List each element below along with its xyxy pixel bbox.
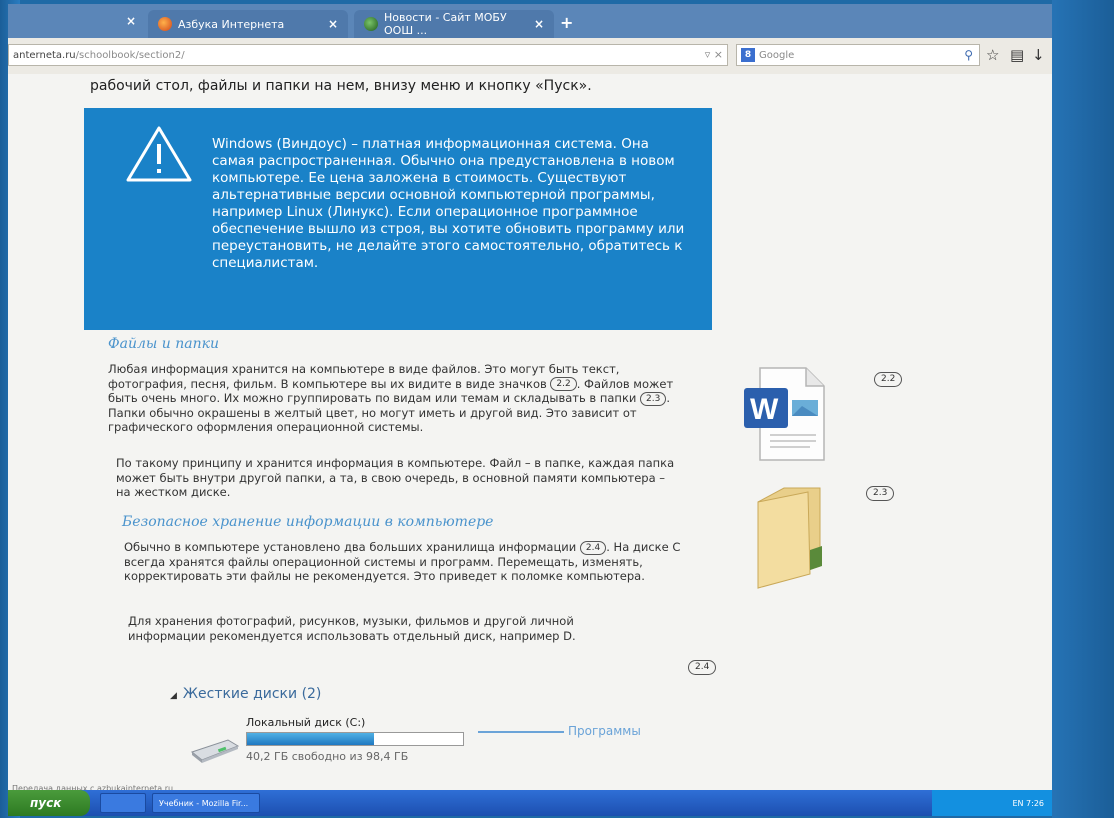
disk-name[interactable]: Локальный диск (C:) xyxy=(246,716,365,729)
tab-close-button[interactable]: × xyxy=(534,17,544,31)
browser-window: × Азбука Интернета × Новости - Сайт МОБУ… xyxy=(8,4,1052,816)
paragraph-text: Любая информация хранится на компьютере … xyxy=(108,362,620,391)
search-bar[interactable]: 8 Google ⚲ xyxy=(736,44,980,66)
folder-icon xyxy=(757,487,822,589)
taskbar-item-firefox[interactable]: Учебник - Mozilla Fir... xyxy=(152,793,260,813)
paragraph-text: Для хранения фотографий, рисунков, музык… xyxy=(128,614,576,643)
url-controls[interactable]: ▿ × xyxy=(705,48,723,61)
programs-label: Программы xyxy=(568,724,641,738)
figure-label-2-2: 2.2 xyxy=(874,372,903,387)
disk-usage-fill xyxy=(247,733,375,745)
tab-label: Новости - Сайт МОБУ ООШ ... xyxy=(384,11,507,37)
expand-triangle-icon[interactable]: ◢ xyxy=(170,691,177,701)
taskbar: пуск Учебник - Mozilla Fir... EN 7:26 xyxy=(8,790,1052,816)
globe-icon xyxy=(364,17,378,31)
new-tab-button[interactable]: + xyxy=(560,13,573,32)
hard-disks-label: Жесткие диски (2) xyxy=(182,686,322,702)
url-bar[interactable]: anterneta.ru/schoolbook/section2/ ▿ × xyxy=(8,44,728,66)
section-title-files: Файлы и папки xyxy=(108,336,219,352)
warning-callout: Windows (Виндоус) – платная информационн… xyxy=(84,108,712,330)
figure-ref[interactable]: 2.4 xyxy=(579,540,607,555)
section-title-safe-storage: Безопасное хранение информации в компьют… xyxy=(122,514,494,530)
url-path: /schoolbook/section2/ xyxy=(75,49,185,61)
start-button[interactable]: пуск xyxy=(8,790,90,816)
page-content: рабочий стол, файлы и папки на нем, вниз… xyxy=(8,74,1052,793)
paragraph-text: Обычно в компьютере установлено два боль… xyxy=(124,540,577,554)
system-tray: EN 7:26 xyxy=(932,790,1052,816)
storage-paragraph-1: Обычно в компьютере установлено два боль… xyxy=(124,540,690,584)
warning-icon xyxy=(126,126,192,182)
bookmarks-icon[interactable]: ▤ xyxy=(1010,46,1024,64)
url-domain: anterneta.ru xyxy=(13,49,76,61)
tab-label: Азбука Интернета xyxy=(178,17,285,31)
star-icon[interactable]: ☆ xyxy=(986,46,999,64)
tab-close-button[interactable]: × xyxy=(328,17,338,31)
warning-text: Windows (Виндоус) – платная информационн… xyxy=(212,136,685,271)
navigation-bar: anterneta.ru/schoolbook/section2/ ▿ × 8 … xyxy=(8,38,1052,75)
search-placeholder: Google xyxy=(759,49,795,61)
search-icon[interactable]: ⚲ xyxy=(964,48,973,62)
tab-close-button[interactable]: × xyxy=(126,14,136,28)
firefox-icon xyxy=(158,17,172,31)
tab-strip: × Азбука Интернета × Новости - Сайт МОБУ… xyxy=(8,4,1052,38)
word-document-icon: W xyxy=(744,367,825,461)
hard-disks-header[interactable]: ◢ Жесткие диски (2) xyxy=(170,686,321,702)
disk-usage-bar xyxy=(246,732,464,746)
disk-free-space: 40,2 ГБ свободно из 98,4 ГБ xyxy=(246,750,409,763)
storage-paragraph-2: Для хранения фотографий, рисунков, музык… xyxy=(128,614,628,643)
monitor-bezel-right xyxy=(1052,0,1114,818)
paragraph-text: По такому принципу и хранится информация… xyxy=(116,456,675,499)
download-icon[interactable]: ↓ xyxy=(1032,46,1045,64)
files-paragraph-1: Любая информация хранится на компьютере … xyxy=(108,362,698,435)
figure-ref[interactable]: 2.3 xyxy=(640,391,667,406)
tab-news[interactable]: Новости - Сайт МОБУ ООШ ... × xyxy=(354,10,554,38)
tab-azbuka[interactable]: Азбука Интернета × xyxy=(148,10,348,38)
files-paragraph-2: По такому принципу и хранится информация… xyxy=(116,456,676,500)
search-engine-icon[interactable]: 8 xyxy=(741,48,755,62)
svg-text:W: W xyxy=(750,393,779,426)
taskbar-quicklaunch[interactable] xyxy=(100,793,146,813)
connector-line xyxy=(478,731,564,733)
figure-ref[interactable]: 2.2 xyxy=(550,377,577,391)
hard-disk-icon xyxy=(190,739,240,763)
intro-text: рабочий стол, файлы и папки на нем, вниз… xyxy=(90,78,592,94)
figure-label-2-3: 2.3 xyxy=(866,486,895,501)
figure-label-2-4: 2.4 xyxy=(688,660,717,675)
